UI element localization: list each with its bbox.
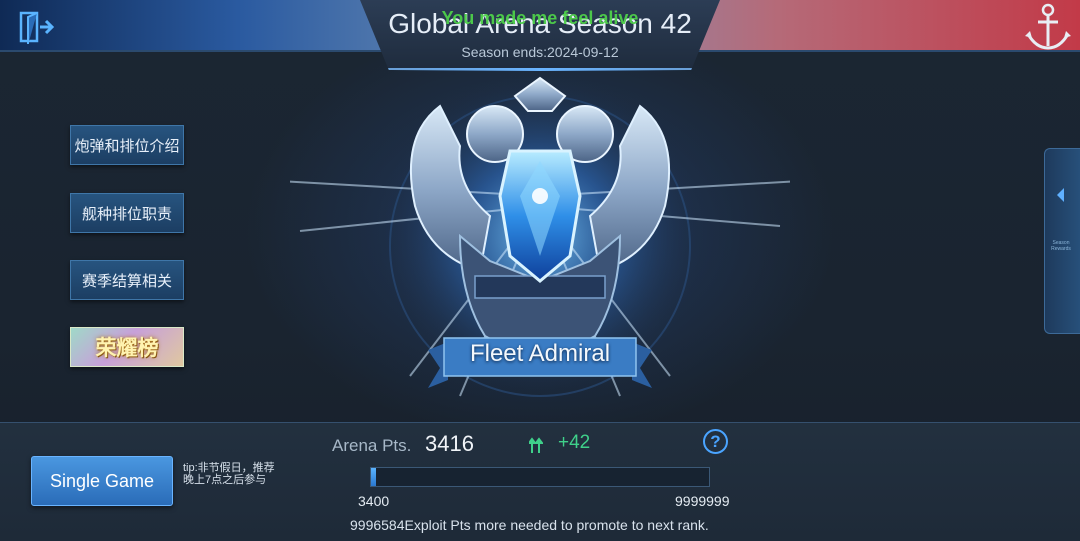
side-menu-label: 荣耀榜	[95, 337, 159, 360]
exit-door-icon	[19, 11, 55, 45]
rank-up-icon	[529, 437, 543, 453]
promotion-message: 9996584Exploit Pts more needed to promot…	[350, 517, 709, 533]
ship-role-button[interactable]: 舰种排位职责	[70, 193, 184, 233]
tip-text: tip:非节假日，推荐晚上7点之后参与	[183, 462, 275, 486]
overlay-caption: You made me feel alive	[441, 8, 639, 28]
honor-board-button[interactable]: 荣耀榜	[70, 327, 184, 367]
season-rewards-label: Season Rewards	[1051, 240, 1071, 252]
single-game-label: Single Game	[49, 470, 155, 491]
progress-min-value: 3400	[358, 493, 390, 509]
rank-progress-fill	[371, 468, 376, 486]
exit-button[interactable]	[16, 10, 56, 45]
arena-pts-label: Arena Pts.	[332, 436, 412, 455]
arena-pts-value: 3416	[425, 431, 474, 456]
anchor-icon	[1025, 3, 1071, 50]
arena-pts-gain: +42	[558, 432, 591, 453]
help-icon: ?	[710, 431, 721, 451]
anchor-button[interactable]	[1022, 0, 1074, 54]
rank-name: Fleet Admiral	[469, 340, 611, 367]
single-game-button[interactable]: Single Game	[31, 456, 173, 506]
side-menu-label: 舰种排位职责	[81, 205, 172, 223]
help-button[interactable]: ?	[703, 429, 728, 454]
season-settlement-button[interactable]: 赛季结算相关	[70, 260, 184, 300]
season-end-date: Season ends:2024-09-12	[461, 44, 619, 60]
chevron-left-icon	[1057, 188, 1064, 202]
side-menu-label: 炮弹和排位介绍	[74, 137, 180, 155]
rank-progress-bar	[370, 467, 710, 487]
cannon-rank-intro-button[interactable]: 炮弹和排位介绍	[70, 125, 184, 165]
side-menu-label: 赛季结算相关	[81, 272, 172, 290]
progress-max-value: 9999999	[675, 493, 730, 509]
arena-screen: Global Arena Season 42 Season ends:2024-…	[0, 0, 1080, 541]
